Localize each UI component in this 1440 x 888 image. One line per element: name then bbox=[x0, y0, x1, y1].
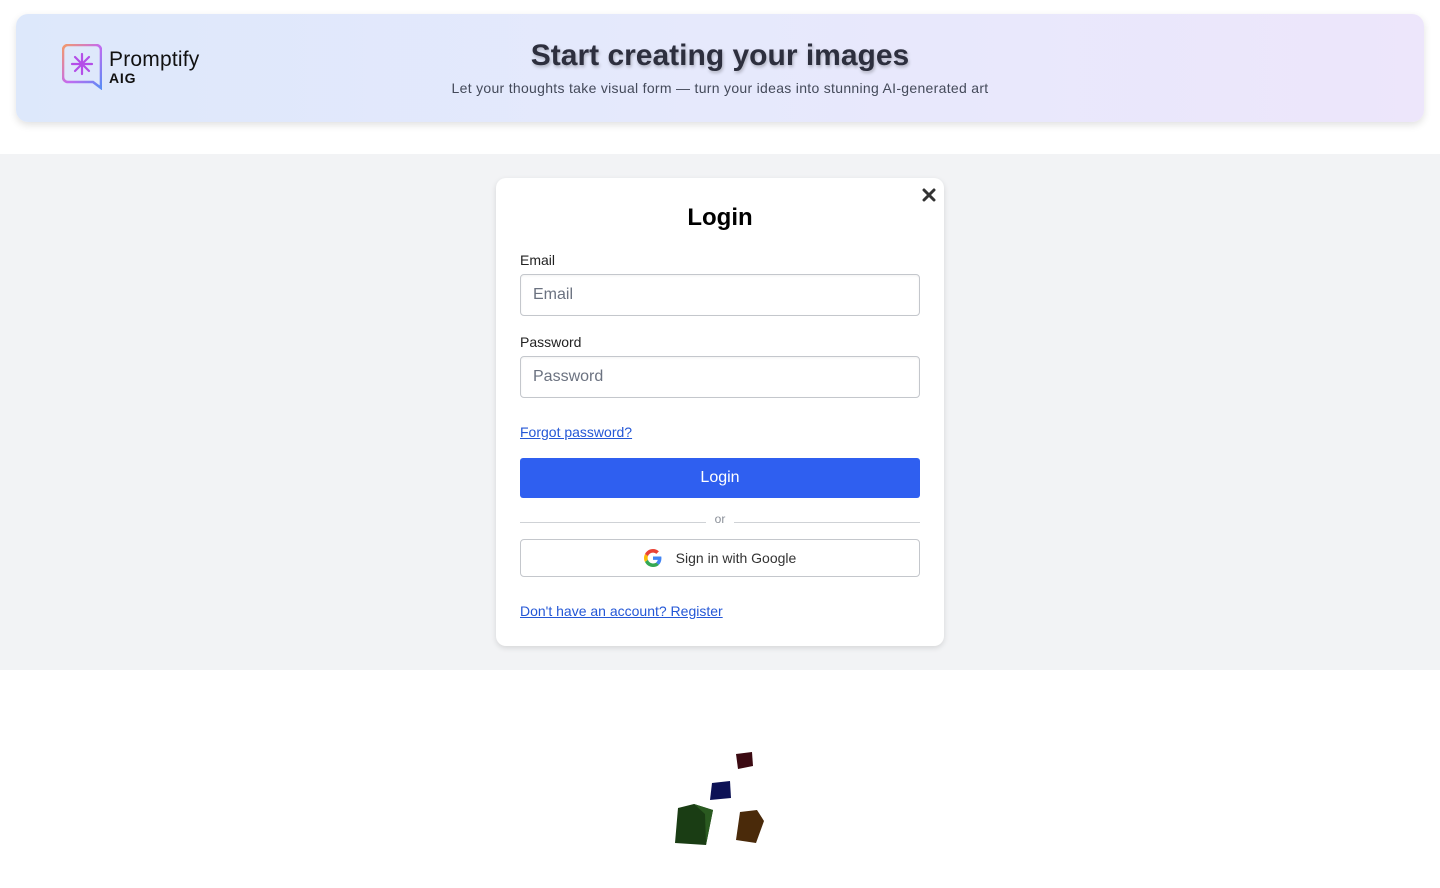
password-field[interactable] bbox=[520, 356, 920, 398]
cube-brown bbox=[736, 810, 764, 843]
cube-loader-animation bbox=[675, 752, 764, 845]
page-title: Start creating your images bbox=[530, 39, 910, 72]
register-link[interactable]: Don't have an account? Register bbox=[520, 603, 723, 619]
password-label: Password bbox=[520, 334, 582, 350]
divider-text: or bbox=[714, 512, 726, 526]
or-divider: or bbox=[520, 512, 920, 528]
cube-green bbox=[675, 804, 713, 845]
email-field[interactable] bbox=[520, 274, 920, 316]
email-label: Email bbox=[520, 252, 556, 268]
cube-red bbox=[736, 752, 753, 769]
close-button[interactable] bbox=[918, 184, 940, 206]
cube-blue bbox=[710, 781, 731, 800]
forgot-password-link[interactable]: Forgot password? bbox=[520, 424, 632, 440]
login-modal: Login Email Password Forgot password? Lo… bbox=[496, 178, 944, 646]
close-icon bbox=[922, 188, 936, 202]
google-g-icon bbox=[643, 549, 662, 567]
google-button-label: Sign in with Google bbox=[675, 550, 797, 566]
login-button[interactable]: Login bbox=[520, 458, 920, 498]
google-signin-button[interactable]: Sign in with Google bbox=[520, 539, 920, 577]
page-subtitle: Let your thoughts take visual form — tur… bbox=[451, 80, 989, 96]
app-header: Promptify AIG Start creating your images… bbox=[16, 14, 1424, 122]
login-title: Login bbox=[687, 204, 753, 231]
